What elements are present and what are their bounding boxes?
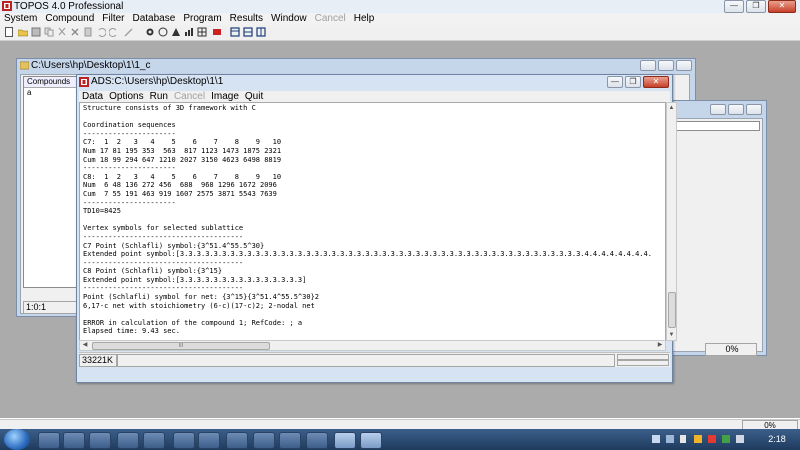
- result-restore-button[interactable]: [728, 104, 744, 115]
- result-close-button[interactable]: [746, 104, 762, 115]
- minimize-button[interactable]: —: [724, 0, 744, 13]
- ads-menu-run[interactable]: Run: [147, 91, 171, 102]
- compounds-list-header: Compounds: [24, 77, 80, 88]
- delete-icon[interactable]: [70, 27, 80, 37]
- topos-app-icon: [2, 1, 12, 11]
- ads-menu-quit[interactable]: Quit: [242, 91, 266, 102]
- ads-output-text[interactable]: Structure consists of 3D framework with …: [79, 102, 666, 341]
- menu-database[interactable]: Database: [129, 13, 180, 25]
- ads-horizontal-scrollbar[interactable]: ◀ III ▶: [79, 340, 666, 351]
- result-minimize-button[interactable]: [710, 104, 726, 115]
- ads-title-bar: ADS:C:\Users\hp\Desktop\1\1: [77, 75, 672, 89]
- ads-menu-bar: Data Options Run Cancel Image Quit: [79, 91, 670, 102]
- tray-icons: [652, 435, 744, 443]
- compounds-list[interactable]: Compounds a: [23, 76, 81, 288]
- app-title: TOPOS 4.0 Professional: [14, 1, 124, 12]
- taskbar-app-icon-6[interactable]: [279, 432, 301, 449]
- menu-filter[interactable]: Filter: [98, 13, 128, 25]
- main-title-bar: TOPOS 4.0 Professional — ❐ ✕: [0, 0, 800, 14]
- taskbar-pdf-icon[interactable]: [198, 432, 220, 449]
- ads-output-lines: Structure consists of 3D framework with …: [83, 104, 652, 336]
- taskbar-explorer-icon[interactable]: [38, 432, 60, 449]
- filter-icon[interactable]: [212, 27, 222, 37]
- ads-vscroll-thumb[interactable]: [668, 292, 676, 328]
- save-icon[interactable]: [31, 27, 41, 37]
- ads-app-icon: [79, 77, 89, 87]
- ads-window[interactable]: ADS:C:\Users\hp\Desktop\1\1 — ❐ ✕ Data O…: [76, 74, 677, 383]
- ads-hscroll-thumb[interactable]: III: [92, 342, 270, 350]
- copy-icon[interactable]: [44, 27, 54, 37]
- close-button[interactable]: ✕: [768, 0, 796, 13]
- taskbar-terminal-icon[interactable]: [253, 432, 275, 449]
- ads-minimize-button[interactable]: —: [607, 76, 623, 88]
- menu-results[interactable]: Results: [226, 13, 267, 25]
- system-tray-icons: [650, 433, 760, 446]
- menu-window[interactable]: Window: [267, 13, 311, 25]
- structure-icon[interactable]: [158, 27, 168, 37]
- scroll-right-arrow-icon[interactable]: ▶: [656, 341, 664, 350]
- ads-title: ADS:C:\Users\hp\Desktop\1\1: [91, 76, 224, 87]
- taskbar-app-icon-1[interactable]: [63, 432, 85, 449]
- menu-program[interactable]: Program: [179, 13, 225, 25]
- window-icon[interactable]: [256, 27, 266, 37]
- main-menu-bar: System Compound Filter Database Program …: [0, 13, 800, 25]
- new-file-icon[interactable]: [4, 27, 14, 37]
- taskbar-app-icon-2[interactable]: [89, 432, 111, 449]
- taskbar-clock: 2:18: [768, 434, 786, 444]
- compound-minimize-button[interactable]: [640, 60, 656, 71]
- ads-menu-cancel: Cancel: [173, 91, 206, 102]
- taskbar-app-icon-5[interactable]: [226, 432, 248, 449]
- ads-status-panel: [117, 354, 615, 367]
- ads-status-bar: 33221K: [79, 352, 670, 367]
- taskbar-app-icon-3[interactable]: [117, 432, 139, 449]
- ads-restore-button[interactable]: ❐: [625, 76, 641, 88]
- compound-restore-button[interactable]: [658, 60, 674, 71]
- tile-icon[interactable]: [230, 27, 240, 37]
- result-status-percent: 0%: [705, 343, 757, 356]
- paste-icon[interactable]: [83, 27, 93, 37]
- taskbar-app-icon-4[interactable]: [173, 432, 195, 449]
- windows-taskbar: 2:18: [0, 429, 800, 450]
- open-folder-icon[interactable]: [18, 27, 28, 37]
- ads-menu-image[interactable]: Image: [208, 91, 242, 102]
- wand-icon[interactable]: [124, 27, 134, 37]
- compound-status: 1:0:1: [23, 301, 79, 314]
- compound-window-title: C:\Users\hp\Desktop\1\1_c: [17, 59, 695, 72]
- ads-close-button[interactable]: ✕: [643, 76, 669, 88]
- folder-icon: [20, 61, 29, 70]
- main-toolbar: [0, 25, 800, 41]
- compound-close-button[interactable]: [676, 60, 692, 71]
- run-icon[interactable]: [171, 27, 181, 37]
- cascade-icon[interactable]: [243, 27, 253, 37]
- scroll-down-arrow-icon[interactable]: ▼: [667, 331, 676, 339]
- taskbar-ads-icon[interactable]: [360, 432, 382, 449]
- ads-menu-options[interactable]: Options: [106, 91, 146, 102]
- menu-cancel: Cancel: [314, 13, 346, 24]
- ads-vertical-scrollbar[interactable]: ▲ ▼: [666, 102, 677, 341]
- ads-memory-status: 33221K: [79, 354, 117, 367]
- ads-progress-bar-bottom: [617, 360, 669, 366]
- menu-compound[interactable]: Compound: [41, 13, 98, 25]
- undo-icon[interactable]: [96, 27, 106, 37]
- menu-system[interactable]: System: [0, 13, 41, 25]
- grid-icon[interactable]: [197, 27, 207, 37]
- taskbar-topos-icon[interactable]: [334, 432, 356, 449]
- restore-button[interactable]: ❐: [746, 0, 766, 13]
- scroll-up-arrow-icon[interactable]: ▲: [667, 104, 676, 112]
- cut-icon[interactable]: [57, 27, 67, 37]
- chart-icon[interactable]: [184, 27, 194, 37]
- start-button[interactable]: [4, 429, 30, 450]
- compound-list-item[interactable]: a: [24, 88, 80, 98]
- taskbar-folder-icon[interactable]: [143, 432, 165, 449]
- settings-icon[interactable]: [145, 27, 155, 37]
- redo-icon[interactable]: [109, 27, 119, 37]
- ads-menu-data[interactable]: Data: [79, 91, 106, 102]
- menu-help[interactable]: Help: [350, 13, 379, 25]
- scroll-left-arrow-icon[interactable]: ◀: [81, 341, 89, 350]
- taskbar-browser-icon[interactable]: [306, 432, 328, 449]
